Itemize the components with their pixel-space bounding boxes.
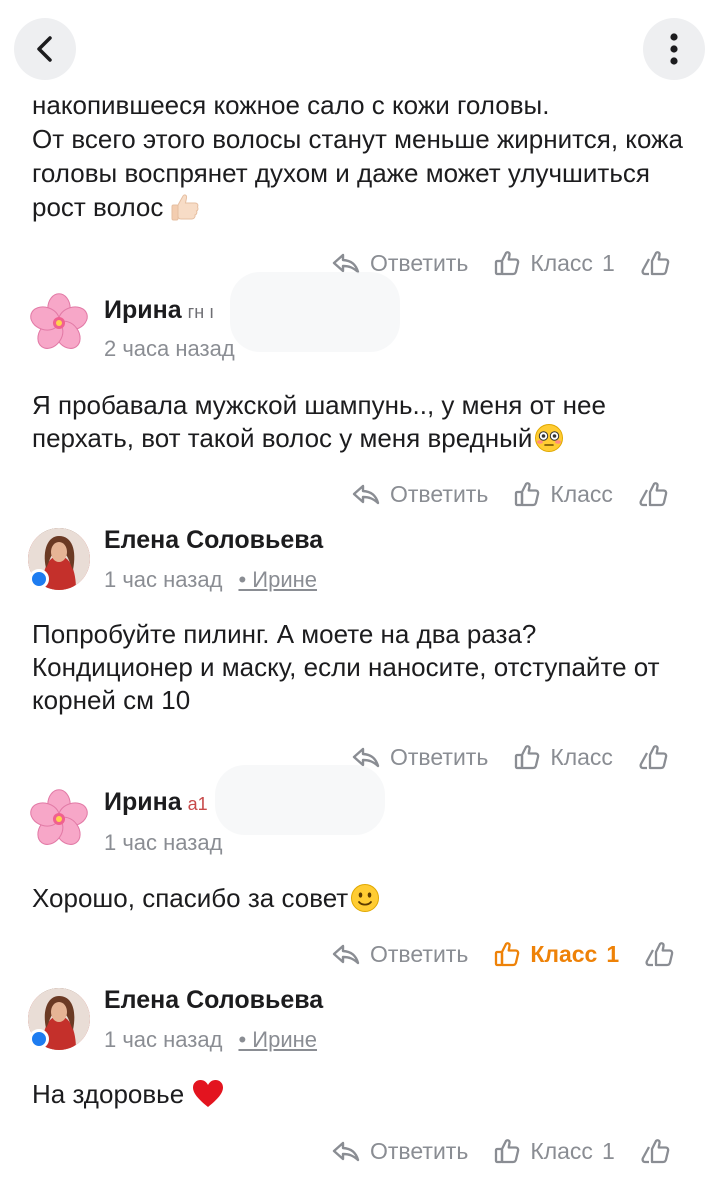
comment-text: На здоровье [32, 1078, 692, 1111]
cherry-blossom-icon [30, 789, 88, 845]
comment-meta: 2 часа назад [104, 336, 235, 362]
reactions-button[interactable] [639, 1138, 671, 1164]
comment-actions-4: Ответить Класс 1 [332, 1133, 671, 1169]
author-name: Ирина [104, 296, 182, 324]
reply-label: Ответить [370, 1137, 469, 1164]
author-name-suffix: а1 [187, 794, 208, 814]
reply-button[interactable]: Ответить [352, 481, 488, 508]
reactions-button[interactable] [639, 250, 671, 276]
thumbs-up-icon [495, 1139, 520, 1164]
comment-actions-2: Ответить Класс [352, 739, 669, 775]
slightly-smiling-face-emoji [351, 884, 380, 912]
reply-to-link[interactable]: • Ирине [238, 567, 317, 592]
reply-arrow-icon [332, 253, 360, 274]
double-thumbs-up-icon [639, 745, 668, 770]
comment-time: 1 час назад [104, 830, 223, 855]
more-vertical-icon [670, 33, 678, 65]
reply-label: Ответить [390, 743, 489, 770]
comment-meta: 1 час назад • Ирине [104, 567, 317, 593]
double-thumbs-up-icon [641, 1139, 670, 1164]
thumbs-up-icon [515, 745, 540, 770]
reply-label: Ответить [370, 940, 469, 967]
double-thumbs-up-icon [641, 251, 670, 276]
author-name: Ирина [104, 788, 182, 816]
reply-label: Ответить [390, 480, 489, 507]
avatar-irina[interactable] [28, 292, 90, 354]
comment-text-body: Хорошо, спасибо за совет [32, 883, 349, 913]
comment-time: 2 часа назад [104, 336, 235, 361]
reply-to-link[interactable]: • Ирине [238, 1027, 317, 1052]
reply-arrow-icon [332, 944, 360, 965]
flushed-face-emoji [535, 424, 564, 452]
comment-meta: 1 час назад [104, 830, 222, 856]
comment-author[interactable]: Елена Соловьева [104, 986, 323, 1015]
like-label: Класс [550, 480, 613, 507]
reactions-button[interactable] [643, 941, 675, 967]
comment-meta: 1 час назад • Ирине [104, 1027, 317, 1053]
comment-text: Я пробавала мужской шампунь.., у меня от… [32, 389, 692, 455]
reply-button[interactable]: Ответить [332, 1138, 468, 1165]
thumbs-up-emoji [171, 194, 199, 221]
like-button[interactable]: Класс 1 [494, 941, 619, 968]
like-button[interactable]: Класс [514, 744, 613, 771]
like-label: Класс [530, 940, 598, 967]
reply-button[interactable]: Ответить [332, 941, 468, 968]
like-count: 1 [601, 249, 615, 276]
author-name: Елена Соловьева [104, 526, 324, 554]
cherry-blossom-icon [30, 293, 88, 349]
comment-time: 1 час назад [104, 567, 223, 592]
thumbs-up-icon [515, 482, 540, 507]
comment-text: Хорошо, спасибо за совет [32, 882, 692, 915]
like-button[interactable]: Класс 1 [494, 249, 615, 277]
comment-text-body: На здоровье [32, 1079, 185, 1109]
like-label: Класс [530, 1137, 593, 1164]
like-count: 1 [601, 1137, 615, 1164]
comment-time: 1 час назад [104, 1027, 223, 1052]
online-status-dot [29, 569, 49, 589]
like-button[interactable]: Класс 1 [494, 1137, 615, 1165]
back-button[interactable] [14, 18, 76, 80]
comment-actions-3: Ответить Класс 1 [332, 936, 675, 972]
avatar-irina[interactable] [28, 788, 90, 850]
continuation-text: накопившееся кожное сало с кожи головы. … [32, 90, 683, 222]
comment-text-continuation: накопившееся кожное сало с кожи головы. … [32, 88, 692, 224]
comment-author[interactable]: Ирина а1 [104, 788, 208, 817]
comment-author[interactable]: Ирина гн ı [104, 296, 214, 325]
reply-label: Ответить [370, 249, 469, 276]
thumbs-up-icon [495, 251, 520, 276]
online-status-dot [29, 1029, 49, 1049]
reply-arrow-icon [352, 484, 380, 505]
double-thumbs-up-icon [639, 482, 668, 507]
red-heart-emoji [193, 1080, 224, 1107]
like-button[interactable]: Класс [514, 481, 613, 508]
comment-text: Попробуйте пилинг. А моете на два раза? … [32, 618, 692, 717]
reply-button[interactable]: Ответить [352, 744, 488, 771]
comment-text-body: Я пробавала мужской шампунь.., у меня от… [32, 390, 606, 453]
like-count: 1 [606, 940, 620, 967]
thumbs-up-icon [495, 942, 520, 967]
like-label: Класс [550, 743, 613, 770]
reactions-button[interactable] [637, 744, 669, 770]
more-options-button[interactable] [643, 18, 705, 80]
like-label: Класс [530, 249, 593, 276]
comment-actions-1: Ответить Класс [352, 476, 669, 512]
author-name-suffix: гн ı [187, 302, 215, 322]
double-thumbs-up-icon [645, 942, 674, 967]
author-name: Елена Соловьева [104, 986, 324, 1014]
reply-arrow-icon [332, 1141, 360, 1162]
chevron-left-icon [37, 36, 52, 62]
reactions-button[interactable] [637, 481, 669, 507]
comment-text-body: Попробуйте пилинг. А моете на два раза? … [32, 619, 660, 715]
comment-author[interactable]: Елена Соловьева [104, 526, 323, 555]
